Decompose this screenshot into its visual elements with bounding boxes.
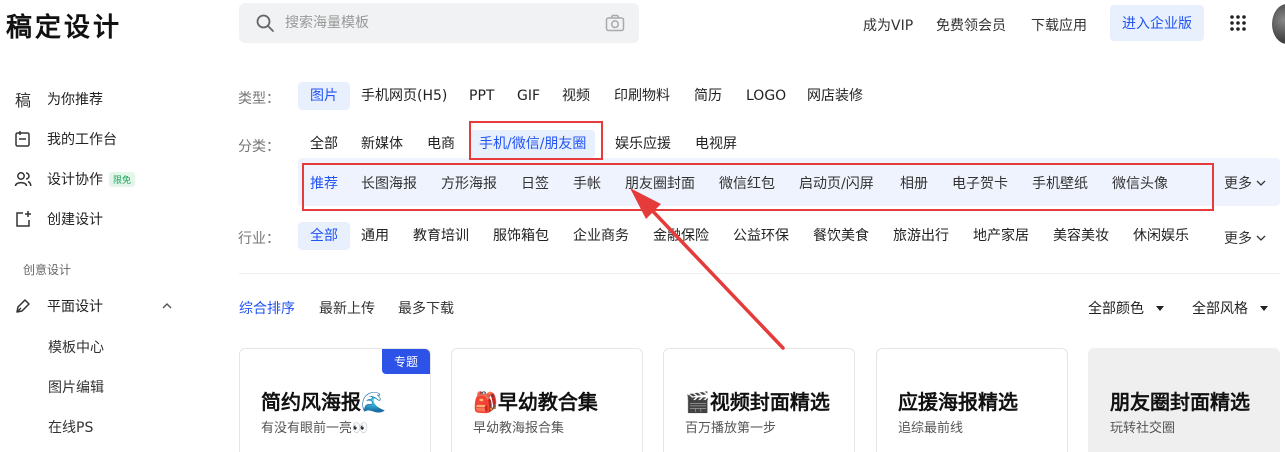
pen-icon	[12, 296, 34, 316]
more-label: 更多	[1224, 231, 1252, 247]
caret-down-icon	[1156, 305, 1164, 311]
users-icon	[12, 169, 34, 189]
industry-chip-travel[interactable]: 旅游出行	[893, 222, 949, 250]
chevron-down-icon	[1256, 235, 1266, 241]
collection-card[interactable]: 🎬视频封面精选 百万播放第一步	[663, 348, 855, 452]
annotation-highlight-category	[469, 121, 603, 160]
sort-comprehensive[interactable]: 综合排序	[239, 298, 295, 318]
collection-card[interactable]: 🎒早幼教合集 早幼教海报合集	[451, 348, 643, 452]
sidebar-item-label: 我的工作台	[47, 132, 117, 148]
category-chip-new-media[interactable]: 新媒体	[361, 130, 403, 158]
apps-grid-icon[interactable]	[1229, 14, 1247, 32]
industry-chip-finance[interactable]: 金融保险	[653, 222, 709, 250]
industry-chip-education[interactable]: 教育培训	[413, 222, 469, 250]
card-title: 简约风海报🌊	[261, 390, 386, 414]
sidebar-group-graphic-design[interactable]: 平面设计	[12, 294, 103, 318]
chevron-down-icon	[1256, 180, 1266, 186]
type-chip-ppt[interactable]: PPT	[469, 82, 494, 110]
card-title: 🎬视频封面精选	[685, 390, 830, 414]
collection-card[interactable]: 应援海报精选 追综最前线	[876, 348, 1068, 452]
search-icon	[256, 14, 274, 32]
category-label: 分类：	[238, 139, 280, 155]
create-icon	[12, 209, 34, 229]
topic-tag: 专题	[381, 349, 430, 374]
industry-chip-general[interactable]: 通用	[361, 222, 389, 250]
card-title: 🎒早幼教合集	[473, 390, 598, 414]
type-chip-print[interactable]: 印刷物料	[614, 82, 670, 110]
industry-chip-charity[interactable]: 公益环保	[733, 222, 789, 250]
sidebar-item-label: 为你推荐	[47, 92, 103, 108]
industry-chip-food[interactable]: 餐饮美食	[813, 222, 869, 250]
camera-icon[interactable]	[605, 14, 625, 32]
card-title: 朋友圈封面精选	[1110, 390, 1250, 414]
industry-chip-beauty[interactable]: 美容美妆	[1053, 222, 1109, 250]
sidebar-item-collaboration[interactable]: 设计协作 限免	[12, 167, 136, 191]
user-avatar[interactable]	[1272, 4, 1285, 44]
sidebar-sub-image-edit[interactable]: 图片编辑	[48, 377, 104, 397]
type-label: 类型：	[238, 91, 280, 107]
industry-chip-apparel[interactable]: 服饰箱包	[493, 222, 549, 250]
type-chip-shop[interactable]: 网店装修	[807, 82, 863, 110]
category-chip-entertainment[interactable]: 娱乐应援	[615, 130, 671, 158]
free-badge: 限免	[109, 171, 136, 187]
sort-newest[interactable]: 最新上传	[319, 298, 375, 318]
category-chip-tv-screen[interactable]: 电视屏	[695, 130, 737, 158]
sidebar-sub-template-center[interactable]: 模板中心	[48, 337, 104, 357]
type-chip-h5[interactable]: 手机网页(H5)	[361, 82, 447, 110]
sort-most-downloads[interactable]: 最多下载	[398, 298, 454, 318]
card-title: 应援海报精选	[898, 390, 1018, 414]
style-filter-dropdown[interactable]: 全部风格	[1192, 298, 1268, 318]
industry-chip-realestate[interactable]: 地产家居	[973, 222, 1029, 250]
sidebar-section-title: 创意设计	[23, 263, 72, 277]
sidebar-item-create[interactable]: 创建设计	[12, 207, 103, 231]
enterprise-button[interactable]: 进入企业版	[1110, 5, 1204, 41]
card-subtitle: 有没有眼前一亮👀	[261, 421, 369, 436]
category-chip-all[interactable]: 全部	[310, 130, 338, 158]
collection-card[interactable]: 专题 简约风海报🌊 有没有眼前一亮👀	[239, 348, 431, 452]
type-chip-video[interactable]: 视频	[562, 82, 590, 110]
sidebar-group-label: 平面设计	[47, 299, 103, 315]
sidebar-item-workspace[interactable]: 我的工作台	[12, 127, 117, 151]
search-input[interactable]	[285, 12, 585, 34]
collection-card[interactable]: 朋友圈封面精选 玩转社交圈	[1088, 348, 1280, 452]
industry-label: 行业：	[238, 231, 280, 247]
color-filter-dropdown[interactable]: 全部颜色	[1088, 298, 1164, 318]
app-logo[interactable]: 稿定设计	[6, 7, 122, 44]
annotation-highlight-subcategories	[302, 163, 1214, 211]
type-chip-resume[interactable]: 简历	[694, 82, 722, 110]
type-chip-logo[interactable]: LOGO	[746, 82, 786, 110]
sidebar-item-label: 设计协作	[47, 172, 103, 188]
type-chip-image[interactable]: 图片	[298, 82, 350, 110]
top-header: 稿定设计 成为VIP 免费领会员 下载应用 进入企业版	[0, 0, 1285, 48]
style-filter-label: 全部风格	[1192, 301, 1248, 317]
more-label: 更多	[1224, 176, 1252, 192]
category-chip-ecommerce[interactable]: 电商	[427, 130, 455, 158]
industry-chip-business[interactable]: 企业商务	[573, 222, 629, 250]
industry-chip-leisure[interactable]: 休闲娱乐	[1133, 222, 1189, 250]
free-membership-link[interactable]: 免费领会员	[936, 15, 1006, 35]
workspace-icon	[12, 129, 34, 149]
search-box[interactable]	[239, 3, 639, 43]
color-filter-label: 全部颜色	[1088, 301, 1144, 317]
gao-logo-icon: 稿	[14, 91, 31, 110]
caret-down-icon	[1260, 305, 1268, 311]
chevron-up-icon[interactable]	[161, 301, 173, 311]
card-subtitle: 追综最前线	[898, 421, 964, 436]
card-subtitle: 玩转社交圈	[1110, 421, 1176, 436]
download-app-link[interactable]: 下载应用	[1031, 15, 1087, 35]
sidebar-item-label: 创建设计	[47, 212, 103, 228]
sidebar-item-recommend[interactable]: 稿 为你推荐	[12, 87, 103, 111]
subcategory-more-button[interactable]: 更多	[1224, 173, 1266, 193]
type-chip-gif[interactable]: GIF	[517, 82, 540, 110]
card-subtitle: 百万播放第一步	[685, 421, 777, 436]
card-subtitle: 早幼教海报合集	[473, 421, 565, 436]
become-vip-link[interactable]: 成为VIP	[863, 15, 913, 35]
industry-more-button[interactable]: 更多	[1224, 228, 1266, 248]
industry-chip-all[interactable]: 全部	[298, 222, 350, 250]
sidebar-sub-online-ps[interactable]: 在线PS	[48, 417, 93, 437]
divider	[239, 273, 1280, 274]
